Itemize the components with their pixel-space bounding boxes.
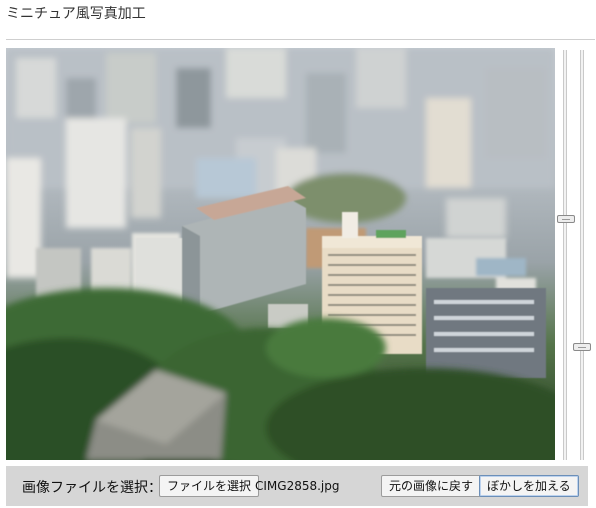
apply-blur-button[interactable]: ぼかしを加える [479,475,579,497]
page-title: ミニチュア風写真加工 [6,6,146,22]
photo-preview [6,48,555,460]
choose-file-button[interactable]: ファイルを選択 [159,475,260,497]
divider [6,39,595,40]
toolbar: 画像ファイルを選択： ファイルを選択 CIMG2858.jpg 元の画像に戻す … [6,466,588,506]
blur-area-slider-thumb[interactable] [557,215,575,223]
blur-area-slider-track[interactable] [563,50,567,460]
restore-original-button[interactable]: 元の画像に戻す [381,475,482,497]
selected-file-name: CIMG2858.jpg [255,479,340,493]
blur-strength-slider-thumb[interactable] [573,343,591,351]
blur-strength-slider-track[interactable] [580,50,584,460]
file-select-label: 画像ファイルを選択： [22,480,162,496]
